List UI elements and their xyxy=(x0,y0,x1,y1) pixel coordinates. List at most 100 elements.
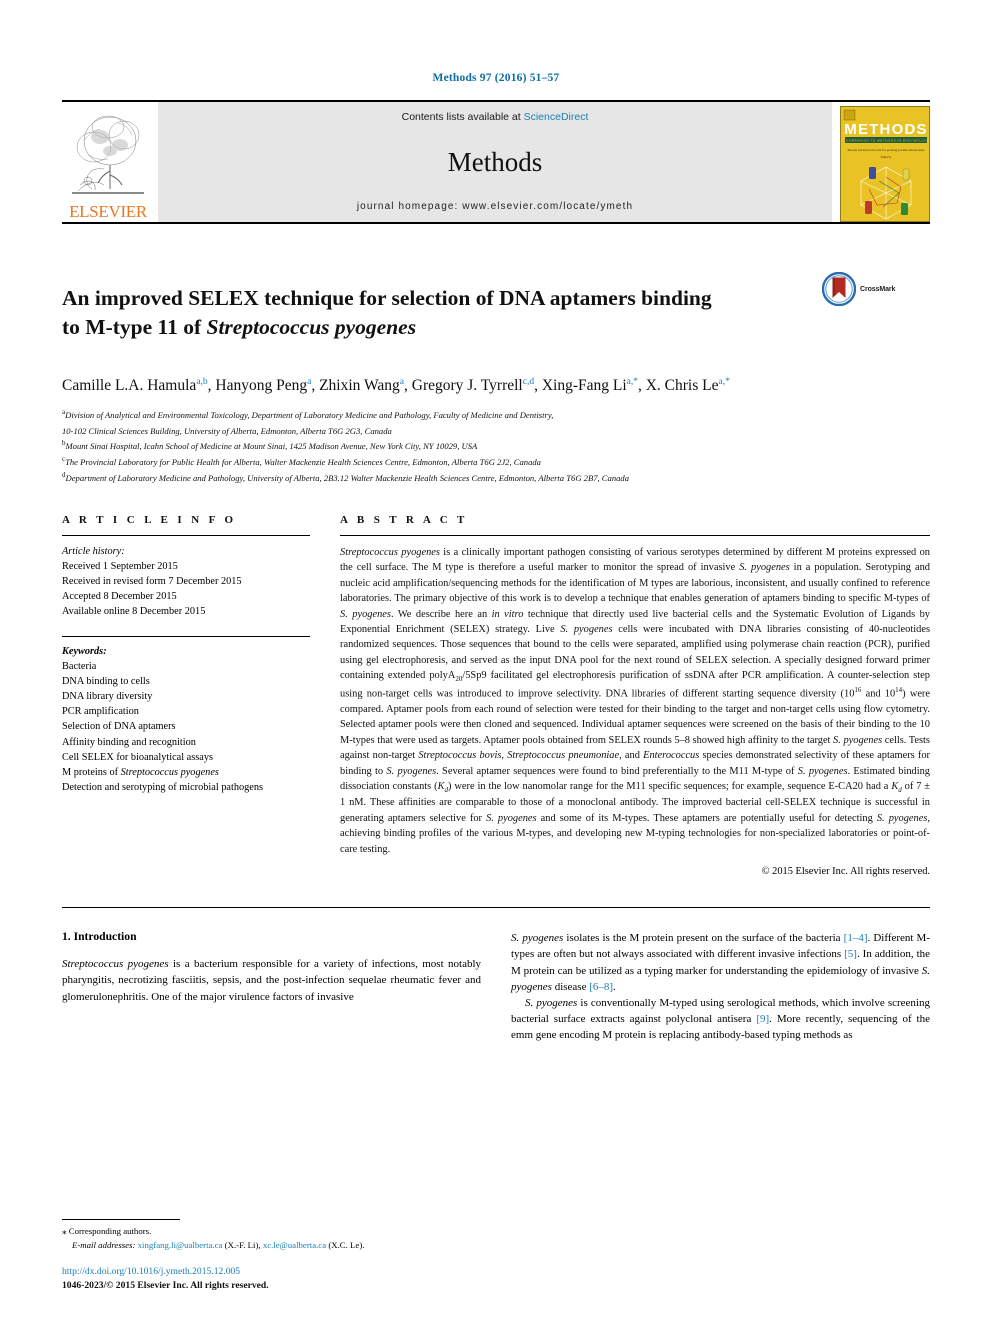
author-name: Camille L.A. Hamula xyxy=(62,376,197,394)
affiliation-text: 10-102 Clinical Sciences Building, Unive… xyxy=(62,425,392,436)
history-item: Accepted 8 December 2015 xyxy=(62,590,177,602)
affiliation-item: dDepartment of Laboratory Medicine and P… xyxy=(62,470,930,486)
keyword-item[interactable]: PCR amplification xyxy=(62,704,310,719)
email-addresses-line: E-mail addresses: xingfang.li@ualberta.c… xyxy=(62,1239,492,1252)
page-title: An improved SELEX technique for selectio… xyxy=(62,284,822,341)
body-column-left: 1. Introduction Streptococcus pyogenes i… xyxy=(62,930,481,1043)
info-abstract-section: A R T I C L E I N F O Article history: R… xyxy=(62,513,931,878)
keyword-list: Keywords: Bacteria DNA binding to cells … xyxy=(62,644,310,795)
article-info-column: A R T I C L E I N F O Article history: R… xyxy=(62,514,310,878)
keyword-item[interactable]: M proteins of Streptococcus pyogenes xyxy=(62,765,310,780)
footnote-star-marker: ⁎ xyxy=(62,1226,67,1237)
intro-species-full: Streptococcus pyogenes xyxy=(62,958,169,971)
issn-copyright-line: 1046-2023/© 2015 Elsevier Inc. All right… xyxy=(62,1280,269,1292)
title-species-name: Streptococcus pyogenes xyxy=(206,314,417,339)
intro-right-text-a: isolates is the M protein present on the… xyxy=(566,932,841,945)
email-label: E-mail addresses: xyxy=(72,1239,136,1250)
citation-link-1-4[interactable]: [1–4] xyxy=(844,932,868,944)
author-name: Gregory J. Tyrrell xyxy=(411,376,523,394)
svg-text:METHODS: METHODS xyxy=(844,121,927,138)
author-affiliation-marker[interactable]: a,* xyxy=(627,376,638,386)
footnote-rule xyxy=(62,1219,180,1221)
intro-paragraph-left: Streptococcus pyogenes is a bacterium re… xyxy=(62,956,481,1004)
intro-paragraph-right-2: S. pyogenes is conventionally M-typed us… xyxy=(511,995,930,1043)
article-info-heading: A R T I C L E I N F O xyxy=(62,513,237,526)
affiliation-item: cThe Provincial Laboratory for Public He… xyxy=(62,454,930,470)
email-link-1[interactable]: xingfang.li@ualberta.ca xyxy=(138,1240,223,1250)
abstract-heading: A B S T R A C T xyxy=(340,513,468,526)
affiliation-item: bMount Sinai Hospital, Icahn School of M… xyxy=(62,438,930,454)
affiliation-list: aDivision of Analytical and Environmenta… xyxy=(62,407,930,486)
doi-link[interactable]: http://dx.doi.org/10.1016/j.ymeth.2015.1… xyxy=(62,1265,492,1279)
author-separator: , xyxy=(404,376,412,394)
citation-link-9[interactable]: [9] xyxy=(756,1013,769,1025)
elsevier-tree-icon xyxy=(72,115,144,194)
body-columns: 1. Introduction Streptococcus pyogenes i… xyxy=(62,930,930,1043)
citation-link-6-8[interactable]: [6–8] xyxy=(589,981,613,993)
author-separator: , xyxy=(311,376,320,394)
crossmark-badge[interactable]: CrossMark xyxy=(822,270,928,306)
author-item: Gregory J. Tyrrellc,d, xyxy=(411,376,542,394)
author-affiliation-marker[interactable]: a,b xyxy=(196,376,207,386)
email-link-2[interactable]: xc.le@ualberta.ca xyxy=(263,1240,326,1250)
author-separator: , xyxy=(637,376,646,394)
corresponding-authors-text: Corresponding authors. xyxy=(68,1226,152,1237)
article-history: Article history: Received 1 September 20… xyxy=(62,544,310,619)
contents-available-line: Contents lists available at ScienceDirec… xyxy=(402,111,589,123)
corresponding-authors-note: ⁎ Corresponding authors. xyxy=(62,1225,492,1239)
keyword-item[interactable]: Detection and serotyping of microbial pa… xyxy=(62,780,310,795)
author-separator: , xyxy=(534,376,542,394)
sciencedirect-link[interactable]: ScienceDirect xyxy=(524,111,589,123)
doi-block: http://dx.doi.org/10.1016/j.ymeth.2015.1… xyxy=(62,1265,492,1293)
journal-homepage-link[interactable]: journal homepage: www.elsevier.com/locat… xyxy=(357,201,633,212)
author-name: Hanyong Peng xyxy=(215,376,308,394)
footnote-body: ⁎ Corresponding authors. E-mail addresse… xyxy=(62,1225,492,1252)
running-head: Methods 97 (2016) 51–57 xyxy=(432,72,560,84)
affiliation-text: Mount Sinai Hospital, Icahn School of Me… xyxy=(65,441,478,452)
author-item: Zhixin Wanga, xyxy=(319,376,412,394)
keyword-item[interactable]: DNA library diversity xyxy=(62,689,310,704)
keyword-item[interactable]: Cell SELEX for bioanalytical assays xyxy=(62,750,310,765)
page-footnote: ⁎ Corresponding authors. E-mail addresse… xyxy=(62,1219,492,1293)
citation-link-5[interactable]: [5] xyxy=(844,948,857,960)
author-item: X. Chris Lea,* xyxy=(645,376,730,394)
affiliation-item: aDivision of Analytical and Environmenta… xyxy=(62,407,930,423)
author-list: Camille L.A. Hamulaa,b, Hanyong Penga, Z… xyxy=(62,374,930,397)
keyword-species: Streptococcus pyogenes xyxy=(120,766,219,778)
keyword-item[interactable]: Bacteria xyxy=(62,659,310,674)
article-page: Methods 97 (2016) 51–57 ELSEVIER Content… xyxy=(0,0,992,1323)
abstract-rule xyxy=(340,534,930,536)
article-history-label: Article history: xyxy=(62,545,125,557)
svg-text:A COMPANION TO METHODS IN ENZY: A COMPANION TO METHODS IN ENZYMOLOGY xyxy=(842,139,930,143)
elsevier-logo: ELSEVIER xyxy=(62,102,154,222)
abstract-text: Streptococcus pyogenes is a clinically i… xyxy=(340,546,931,855)
email-owner-2: (X.C. Le). xyxy=(328,1239,365,1250)
keyword-item[interactable]: Affinity binding and recognition xyxy=(62,735,310,750)
author-item: Xing-Fang Lia,*, xyxy=(541,376,646,394)
keyword-item[interactable]: DNA binding to cells xyxy=(62,674,310,689)
affiliation-item: 10-102 Clinical Sciences Building, Unive… xyxy=(62,423,930,439)
history-item: Received 1 September 2015 xyxy=(62,560,178,572)
crossmark-label: CrossMark xyxy=(860,285,896,293)
keywords-label: Keywords: xyxy=(62,645,107,657)
journal-cover-thumbnail[interactable]: METHODS A COMPANION TO METHODS IN ENZYMO… xyxy=(836,102,930,222)
abstract-column: A B S T R A C T Streptococcus pyogenes i… xyxy=(340,513,931,878)
title-line-2-prefix: to M-type 11 of xyxy=(62,314,207,339)
author-name: Zhixin Wang xyxy=(319,376,400,394)
history-item: Received in revised form 7 December 2015 xyxy=(62,575,242,587)
section-heading-introduction: 1. Introduction xyxy=(62,930,137,944)
journal-banner: Contents lists available at ScienceDirec… xyxy=(158,102,832,222)
elsevier-wordmark: ELSEVIER xyxy=(69,202,147,221)
author-affiliation-marker[interactable]: c,d xyxy=(523,376,534,386)
body-column-right: S. pyogenes isolates is the M protein pr… xyxy=(511,930,930,1043)
keyword-item[interactable]: Selection of DNA aptamers xyxy=(62,719,310,734)
history-item: Available online 8 December 2015 xyxy=(62,605,206,617)
abstract-copyright: © 2015 Elsevier Inc. All rights reserved… xyxy=(761,866,930,878)
author-affiliation-marker[interactable]: a,* xyxy=(719,376,730,386)
affiliation-text: Division of Analytical and Environmental… xyxy=(65,409,554,420)
author-name: X. Chris Le xyxy=(645,376,719,394)
article-info-rule xyxy=(62,534,310,536)
affiliation-text: The Provincial Laboratory for Public Hea… xyxy=(65,456,541,467)
keywords-rule xyxy=(62,635,310,637)
author-name: Xing-Fang Li xyxy=(541,376,627,394)
